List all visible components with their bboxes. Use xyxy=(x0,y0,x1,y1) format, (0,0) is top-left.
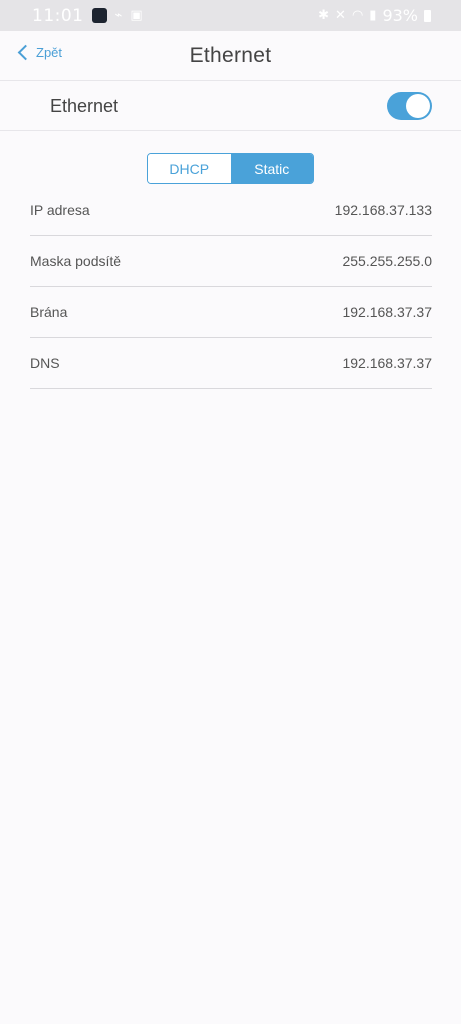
segment-dhcp[interactable]: DHCP xyxy=(148,154,231,183)
network-settings-list: IP adresa 192.168.37.133 Maska podsítě 2… xyxy=(30,185,432,389)
gateway-label: Brána xyxy=(30,304,68,320)
ethernet-toggle[interactable] xyxy=(387,92,432,120)
navigation-bar: Zpět Ethernet xyxy=(0,31,461,81)
ip-address-value: 192.168.37.133 xyxy=(334,202,432,218)
segment-static[interactable]: Static xyxy=(230,154,313,183)
mode-segmented-control: DHCP Static xyxy=(147,153,314,184)
gateway-row[interactable]: Brána 192.168.37.37 xyxy=(30,287,432,338)
battery-icon xyxy=(424,9,431,22)
ethernet-label: Ethernet xyxy=(50,96,119,116)
status-bar-right: ✱ ✕ ◠ ▮ 93% xyxy=(318,6,431,25)
page-title: Ethernet xyxy=(189,44,272,67)
ip-address-label: IP adresa xyxy=(30,202,90,218)
wifi-icon: ◠ xyxy=(351,8,364,23)
dns-label: DNS xyxy=(30,355,60,371)
status-bar-left: 11:01 ⌁ ▣ xyxy=(32,6,143,26)
dns-value: 192.168.37.37 xyxy=(342,355,432,371)
gateway-value: 192.168.37.37 xyxy=(342,304,432,320)
mute-icon: ✕ xyxy=(335,8,346,23)
bluetooth-icon: ✱ xyxy=(318,8,330,23)
toggle-knob xyxy=(406,94,430,118)
status-bar: 11:01 ⌁ ▣ ✱ ✕ ◠ ▮ 93% xyxy=(0,0,461,31)
cast-icon: ⌁ xyxy=(114,8,123,23)
battery-level: 93% xyxy=(382,6,418,25)
app-icon xyxy=(91,8,107,23)
gallery-icon: ▣ xyxy=(130,8,143,23)
ethernet-toggle-row: Ethernet xyxy=(0,82,461,131)
subnet-mask-value: 255.255.255.0 xyxy=(342,253,432,269)
ip-address-row[interactable]: IP adresa 192.168.37.133 xyxy=(30,185,432,236)
status-time: 11:01 xyxy=(32,5,84,26)
subnet-mask-row[interactable]: Maska podsítě 255.255.255.0 xyxy=(30,236,432,287)
subnet-mask-label: Maska podsítě xyxy=(30,253,122,269)
dns-row[interactable]: DNS 192.168.37.37 xyxy=(30,338,432,389)
volte-signal-icon: ▮ xyxy=(369,8,377,23)
